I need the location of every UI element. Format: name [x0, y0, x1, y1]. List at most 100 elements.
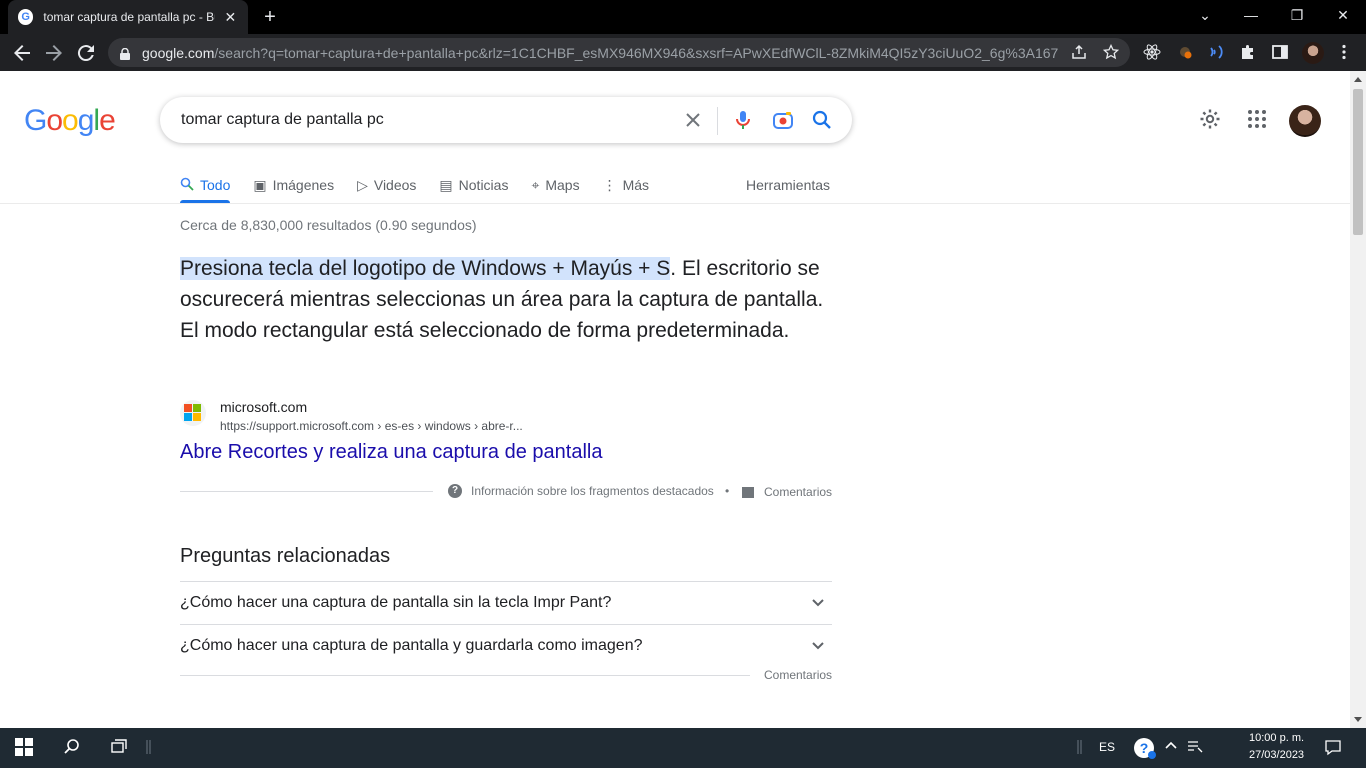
search-tabs: Todo ▣ Imágenes ▷ Videos ▤ Noticias ⌖ Maps ⋮…: [180, 167, 672, 203]
chevron-up-icon[interactable]: [1161, 738, 1181, 758]
tab-label: Maps: [545, 177, 580, 193]
bug-extension-icon[interactable]: [1175, 43, 1195, 63]
tab-label: Noticias: [458, 177, 509, 193]
search-results-page: Google tomar captura de pantalla pc Todo…: [0, 71, 1350, 728]
address-bar[interactable]: google.com/search?q=tomar+captura+de+pan…: [108, 38, 1130, 67]
profile-avatar[interactable]: [1302, 42, 1324, 64]
search-divider: [717, 107, 718, 135]
help-icon: ?: [448, 484, 462, 498]
share-icon[interactable]: [1070, 44, 1088, 62]
related-question[interactable]: ¿Cómo hacer una captura de pantalla sin …: [180, 581, 832, 624]
tab-label: Imágenes: [272, 177, 335, 193]
browser-tab[interactable]: G tomar captura de pantalla pc - Bu ✕: [8, 0, 248, 34]
chevron-down-icon: [808, 593, 828, 613]
tab-noticias[interactable]: ▤ Noticias: [439, 167, 508, 203]
tray-separator: [1076, 738, 1084, 758]
windows-start-icon[interactable]: [14, 738, 34, 758]
tab-label: Todo: [200, 177, 231, 193]
logo-letter: e: [99, 104, 116, 137]
header-divider: [0, 203, 1350, 204]
tab-todo[interactable]: Todo: [180, 167, 231, 203]
chrome-menu-icon[interactable]: [1334, 43, 1354, 63]
video-icon: ▷: [357, 176, 368, 193]
svg-text:?: ?: [1140, 740, 1149, 756]
tab-imagenes[interactable]: ▣ Imágenes: [253, 167, 334, 203]
search-icon[interactable]: [62, 738, 82, 758]
url-text: google.com/search?q=tomar+captura+de+pan…: [142, 44, 1058, 61]
related-questions-title: Preguntas relacionadas: [180, 545, 391, 567]
lock-icon: [120, 47, 130, 60]
search-input[interactable]: tomar captura de pantalla pc: [181, 111, 384, 129]
chevron-down-icon: [808, 636, 828, 656]
page-scrollbar[interactable]: [1350, 71, 1366, 728]
search-icon[interactable]: [811, 109, 833, 131]
windows-taskbar: ES ? 10:00 p. m. 27/03/2023: [0, 728, 1366, 768]
microsoft-logo-icon: [180, 400, 206, 426]
related-feedback-link[interactable]: Comentarios: [764, 668, 832, 682]
network-icon[interactable]: [1185, 738, 1205, 758]
result-stats: Cerca de 8,830,000 resultados (0.90 segu…: [180, 217, 477, 233]
question-text: ¿Cómo hacer una captura de pantalla sin …: [180, 594, 612, 611]
logo-letter: o: [46, 104, 63, 137]
image-icon: ▣: [253, 176, 267, 193]
restore-button[interactable]: ❐: [1274, 0, 1320, 30]
clock-time[interactable]: 10:00 p. m.: [1249, 732, 1304, 744]
featured-snippet: Presiona tecla del logotipo de Windows +…: [180, 253, 832, 346]
search-icon: [180, 177, 194, 194]
lens-camera-icon[interactable]: [772, 109, 794, 131]
scroll-down-arrow-icon[interactable]: [1354, 717, 1362, 722]
tab-title: tomar captura de pantalla pc - Bu: [43, 10, 215, 24]
browser-toolbar: google.com/search?q=tomar+captura+de+pan…: [0, 34, 1366, 71]
tab-label: Más: [622, 177, 650, 193]
feedback-button[interactable]: Comentarios: [742, 485, 832, 499]
reload-icon[interactable]: [74, 41, 98, 65]
google-apps-grid-icon[interactable]: [1245, 107, 1269, 131]
related-question[interactable]: ¿Cómo hacer una captura de pantalla y gu…: [180, 624, 832, 667]
back-arrow-icon[interactable]: [10, 41, 34, 65]
search-box[interactable]: tomar captura de pantalla pc: [160, 97, 852, 143]
voice-search-mic-icon[interactable]: [732, 109, 754, 131]
extensions-puzzle-icon[interactable]: [1238, 43, 1258, 63]
google-favicon-icon: G: [18, 9, 34, 25]
logo-letter: g: [77, 104, 95, 137]
minimize-button[interactable]: —: [1228, 0, 1274, 30]
tab-maps[interactable]: ⌖ Maps: [531, 167, 579, 203]
settings-gear-icon[interactable]: [1198, 107, 1222, 131]
clock-date[interactable]: 27/03/2023: [1249, 749, 1304, 761]
logo-letter: G: [24, 104, 47, 137]
logo-letter: o: [62, 104, 79, 137]
source-site-name: microsoft.com: [220, 399, 308, 415]
bookmark-star-icon[interactable]: [1102, 43, 1120, 62]
more-vertical-icon: ⋮: [602, 176, 617, 193]
task-view-icon[interactable]: [109, 738, 129, 758]
react-extension-icon[interactable]: [1142, 43, 1162, 63]
tab-search-icon[interactable]: ⌄: [1182, 0, 1228, 30]
snippet-divider: [180, 491, 433, 492]
account-avatar[interactable]: [1289, 105, 1321, 137]
new-tab-button[interactable]: +: [260, 6, 280, 28]
tools-button[interactable]: Herramientas: [746, 167, 830, 203]
input-language[interactable]: ES: [1099, 740, 1115, 754]
scrollbar-thumb[interactable]: [1353, 89, 1363, 235]
help-icon[interactable]: ?: [1133, 736, 1157, 760]
notifications-icon[interactable]: [1323, 738, 1343, 758]
feedback-icon: [742, 486, 754, 498]
browser-titlebar: G tomar captura de pantalla pc - Bu ✕ + …: [0, 0, 1366, 34]
forward-arrow-icon[interactable]: [42, 41, 66, 65]
taskbar-separator: [145, 738, 153, 758]
about-featured-snippets[interactable]: ? Información sobre los fragmentos desta…: [448, 484, 714, 498]
result-title-link[interactable]: Abre Recortes y realiza una captura de p…: [180, 441, 602, 464]
news-icon: ▤: [439, 176, 453, 193]
feedback-label: Comentarios: [764, 485, 833, 499]
wifi-extension-icon[interactable]: [1206, 43, 1226, 63]
google-logo[interactable]: Google: [24, 104, 116, 138]
close-window-button[interactable]: ✕: [1320, 0, 1366, 30]
question-text: ¿Cómo hacer una captura de pantalla y gu…: [180, 637, 643, 654]
side-panel-icon[interactable]: [1270, 43, 1290, 63]
scroll-up-arrow-icon[interactable]: [1354, 77, 1362, 82]
tab-mas[interactable]: ⋮ Más: [603, 167, 649, 203]
tab-videos[interactable]: ▷ Videos: [357, 167, 416, 203]
tab-label: Videos: [373, 177, 417, 193]
clear-search-icon[interactable]: [682, 109, 704, 131]
close-tab-icon[interactable]: ✕: [223, 9, 238, 26]
